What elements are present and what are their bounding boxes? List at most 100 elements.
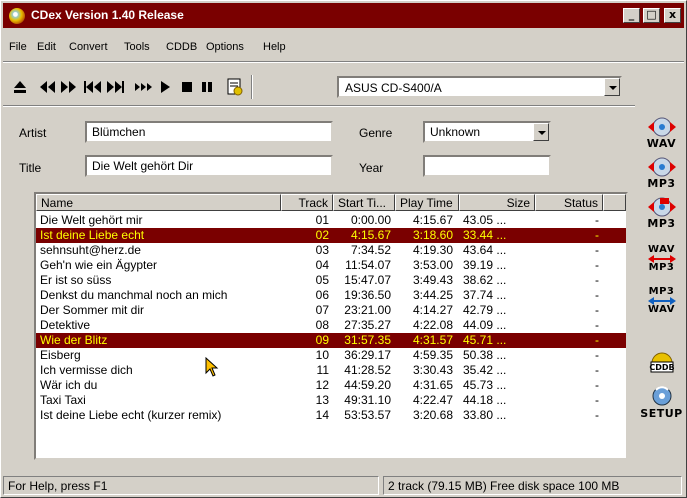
wav-to-mp3-label-top: WAV: [648, 244, 675, 255]
cd-info-panel: Artist Blümchen Genre Unknown Title Die …: [17, 107, 629, 187]
cd-to-wav-button[interactable]: WAV: [639, 109, 684, 149]
close-button[interactable]: x: [664, 8, 681, 23]
play-icon[interactable]: [157, 77, 173, 97]
menu-tools[interactable]: Tools: [124, 41, 150, 53]
cell-play: 3:30.43: [412, 363, 453, 377]
cell-size: 38.62 ...: [463, 273, 507, 287]
column-header-size[interactable]: Size: [459, 194, 535, 211]
cell-track: 03: [315, 243, 329, 257]
drive-dropdown-arrow-icon[interactable]: [604, 78, 620, 96]
mp3-to-wav-label-bottom: WAV: [648, 304, 675, 315]
cell-track: 10: [315, 348, 329, 362]
table-row[interactable]: Detektive 08 27:35.27 4:22.08 44.09 ... -: [36, 318, 626, 333]
cell-play: 3:20.68: [412, 408, 453, 422]
cell-status: -: [595, 378, 599, 392]
cell-status: -: [595, 228, 599, 242]
genre-select[interactable]: Unknown: [423, 121, 551, 143]
cell-size: 43.05 ...: [463, 213, 507, 227]
table-row[interactable]: Die Welt gehört mir 01 0:00.00 4:15.67 43.05…: [36, 213, 626, 228]
cell-start: 19:36.50: [344, 288, 391, 302]
eject-icon[interactable]: [11, 77, 29, 97]
title-field[interactable]: Die Welt gehört Dir: [85, 155, 333, 177]
title-bar[interactable]: CDex Version 1.40 Release _ □ x: [3, 3, 684, 28]
maximize-button[interactable]: □: [643, 8, 660, 23]
cell-start: 27:35.27: [344, 318, 391, 332]
column-header-start-time[interactable]: Start Ti...: [333, 194, 395, 211]
menu-options[interactable]: Options: [206, 41, 244, 53]
table-row[interactable]: Er ist so süss 05 15:47.07 3:49.43 38.62 ...…: [36, 273, 626, 288]
pause-icon[interactable]: [199, 77, 215, 97]
cell-size: 33.80 ...: [463, 408, 507, 422]
menu-file[interactable]: File: [9, 41, 27, 53]
cell-track: 07: [315, 303, 329, 317]
cell-start: 31:57.35: [344, 333, 391, 347]
drive-select[interactable]: ASUS CD-S400/A: [337, 76, 622, 98]
table-row[interactable]: Ich vermisse dich 11 41:28.52 3:30.43 35.42 …: [36, 363, 626, 378]
artist-field[interactable]: Blümchen: [85, 121, 333, 143]
table-row[interactable]: Geh'n wie ein Ägypter 04 11:54.07 3:53.00 39…: [36, 258, 626, 273]
menu-separator: [3, 61, 684, 63]
fast-forward-icon[interactable]: [59, 77, 77, 97]
cd-to-mp3-button[interactable]: MP3: [639, 149, 684, 189]
cd-to-mp3-alt-button[interactable]: MP3: [639, 189, 684, 229]
column-header-play-time[interactable]: Play Time: [395, 194, 459, 211]
cell-size: 45.73 ...: [463, 378, 507, 392]
table-row[interactable]: Taxi Taxi 13 49:31.10 4:22.47 44.18 ... -: [36, 393, 626, 408]
skip-icon[interactable]: [133, 77, 153, 97]
cell-status: -: [595, 213, 599, 227]
menu-convert-label: Convert: [69, 41, 108, 53]
table-row[interactable]: Eisberg 10 36:29.17 4:59.35 50.38 ... -: [36, 348, 626, 363]
cell-status: -: [595, 243, 599, 257]
column-header-filler: [603, 194, 626, 211]
cell-name: Geh'n wie ein Ägypter: [40, 258, 158, 272]
cell-size: 37.74 ...: [463, 288, 507, 302]
cd-to-mp3-label: MP3: [647, 177, 676, 190]
cddb-button[interactable]: CDDB: [639, 331, 684, 373]
table-row[interactable]: Ist deine Liebe echt (kurzer remix) 14 53:…: [36, 408, 626, 423]
cdex-app-icon[interactable]: [9, 8, 25, 24]
table-row[interactable]: Der Sommer mit dir 07 23:21.00 4:14.27 42.79…: [36, 303, 626, 318]
genre-dropdown-arrow-icon[interactable]: [533, 123, 549, 141]
cell-name: Der Sommer mit dir: [40, 303, 145, 317]
menu-convert[interactable]: Convert: [69, 41, 108, 53]
table-row[interactable]: Wär ich du 12 44:59.20 4:31.65 45.73 ... -: [36, 378, 626, 393]
title-label: Title: [19, 161, 42, 175]
window-title: CDex Version 1.40 Release: [31, 8, 184, 22]
cell-play: 4:31.57: [412, 333, 453, 347]
cell-name: Denkst du manchmal noch an mich: [40, 288, 228, 302]
rewind-icon[interactable]: [39, 77, 57, 97]
minimize-button[interactable]: _: [623, 8, 640, 23]
cell-play: 4:15.67: [412, 213, 453, 227]
wav-to-mp3-button[interactable]: WAV MP3: [639, 235, 684, 273]
menu-edit[interactable]: Edit: [37, 41, 56, 53]
genre-select-value: Unknown: [430, 125, 481, 139]
cell-size: 39.19 ...: [463, 258, 507, 272]
table-row[interactable]: Ist deine Liebe echt 02 4:15.67 3:18.60 33.4…: [36, 228, 626, 243]
cd-to-wav-label: WAV: [646, 137, 677, 150]
mp3-to-wav-button[interactable]: MP3 WAV: [639, 277, 684, 315]
table-row[interactable]: sehnsuht@herz.de 03 7:34.52 4:19.30 43.64 ..…: [36, 243, 626, 258]
menu-help[interactable]: Help: [263, 41, 286, 53]
table-row[interactable]: Wie der Blitz 09 31:57.35 4:31.57 45.71 ... -: [36, 333, 626, 348]
cell-status: -: [595, 258, 599, 272]
table-row[interactable]: Denkst du manchmal noch an mich 06 19:36.5…: [36, 288, 626, 303]
next-track-icon[interactable]: [105, 77, 125, 97]
cell-name: Er ist so süss: [40, 273, 112, 287]
toolbar-separator: [251, 75, 253, 99]
year-field[interactable]: [423, 155, 551, 177]
column-header-track[interactable]: Track: [281, 194, 333, 211]
cell-status: -: [595, 393, 599, 407]
column-header-name[interactable]: Name: [36, 194, 281, 211]
cell-status: -: [595, 273, 599, 287]
setup-button[interactable]: SETUP: [639, 377, 684, 419]
track-list[interactable]: Name Track Start Ti... Play Time Size St…: [34, 192, 628, 460]
cell-start: 0:00.00: [350, 213, 391, 227]
previous-track-icon[interactable]: [83, 77, 103, 97]
menu-cddb[interactable]: CDDB: [166, 41, 197, 53]
column-header-status[interactable]: Status: [535, 194, 603, 211]
cd-info-icon[interactable]: [225, 77, 245, 97]
drive-select-value: ASUS CD-S400/A: [345, 81, 442, 95]
cell-track: 04: [315, 258, 329, 272]
stop-icon[interactable]: [179, 77, 195, 97]
cell-name: Detektive: [40, 318, 91, 332]
